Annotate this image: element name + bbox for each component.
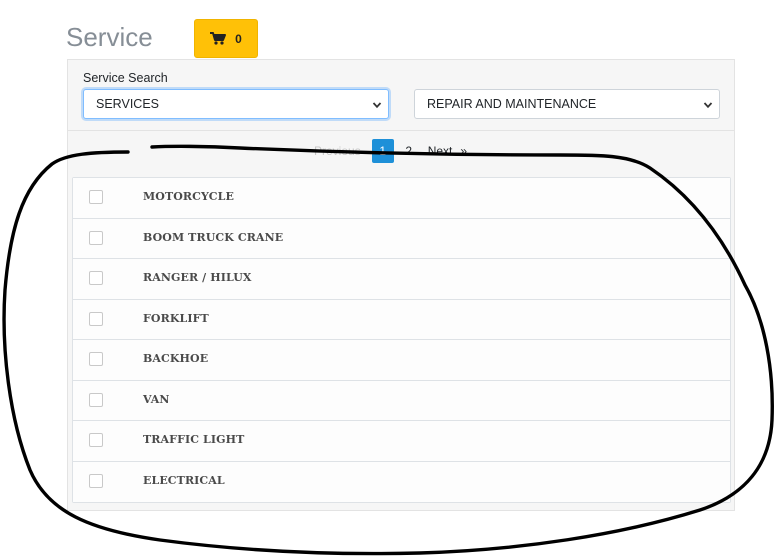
service-checkbox[interactable] (89, 230, 103, 245)
service-checkbox[interactable] (89, 311, 103, 326)
chevron-down-icon (372, 99, 382, 113)
list-item[interactable]: MOTORCYCLE (73, 178, 730, 219)
category-select[interactable]: SERVICES (83, 89, 389, 119)
service-label: BOOM TRUCK CRANE (143, 230, 284, 244)
service-label: FORKLIFT (143, 311, 209, 325)
service-label: MOTORCYCLE (143, 190, 234, 203)
service-search-label: Service Search (83, 71, 168, 85)
subcategory-select[interactable]: REPAIR AND MAINTENANCE (414, 89, 720, 119)
service-checkbox[interactable] (89, 392, 103, 407)
shopping-cart-icon (210, 32, 227, 45)
subcategory-select-value: REPAIR AND MAINTENANCE (427, 97, 597, 111)
service-checkbox[interactable] (89, 271, 103, 285)
pagination-page-1[interactable]: 1 (371, 139, 394, 163)
service-checkbox[interactable] (89, 433, 103, 447)
page: Service 0 Service Search SERVICES REPAIR… (0, 0, 778, 560)
pagination: Previous 1 2 Next » (312, 139, 467, 163)
list-item[interactable]: BACKHOE (73, 340, 730, 381)
chevron-down-icon (703, 99, 713, 113)
service-search-panel: Service Search SERVICES REPAIR AND MAINT… (67, 59, 735, 130)
cart-button[interactable]: 0 (194, 19, 258, 58)
service-label: ELECTRICAL (143, 473, 225, 487)
service-label: TRAFFIC LIGHT (143, 433, 245, 446)
pagination-next-arrow[interactable]: » (460, 144, 467, 158)
service-checkbox[interactable] (89, 190, 103, 204)
list-item[interactable]: VAN (73, 380, 730, 421)
cart-count-badge: 0 (235, 31, 242, 46)
service-label: BACKHOE (143, 352, 209, 365)
service-checkbox[interactable] (89, 352, 103, 366)
category-select-value: SERVICES (96, 97, 159, 111)
service-list: MOTORCYCLE BOOM TRUCK CRANE RANGER / HIL… (72, 177, 731, 503)
list-item[interactable]: TRAFFIC LIGHT (73, 421, 730, 462)
pagination-page-2[interactable]: 2 (398, 139, 420, 163)
list-item[interactable]: RANGER / HILUX (73, 259, 730, 300)
service-checkbox[interactable] (89, 473, 103, 488)
pagination-previous[interactable]: Previous (312, 144, 363, 158)
service-label: VAN (143, 392, 170, 406)
list-item[interactable]: BOOM TRUCK CRANE (73, 218, 730, 259)
page-title: Service (66, 22, 153, 52)
pagination-next[interactable]: Next (428, 144, 453, 158)
list-item[interactable]: ELECTRICAL (73, 461, 730, 502)
list-item[interactable]: FORKLIFT (73, 299, 730, 340)
service-label: RANGER / HILUX (143, 271, 252, 284)
